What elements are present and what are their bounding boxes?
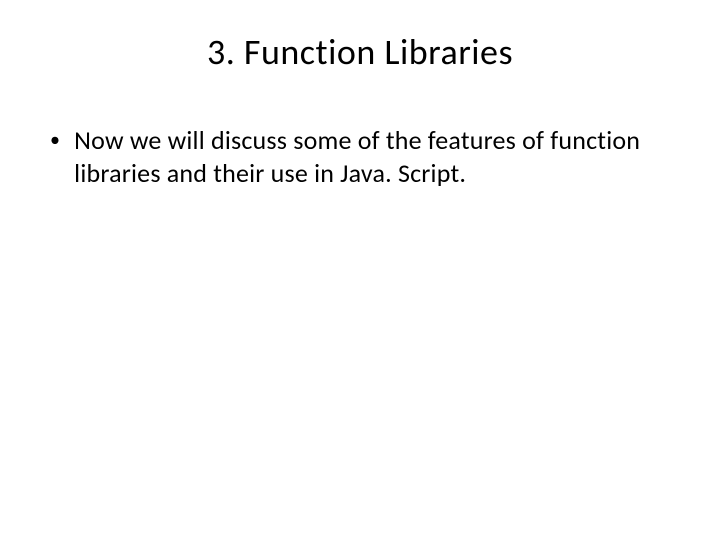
slide-title: 3. Function Libraries: [40, 30, 680, 74]
bullet-marker: •: [50, 124, 60, 156]
slide-content: • Now we will discuss some of the featur…: [40, 124, 680, 189]
bullet-text: Now we will discuss some of the features…: [74, 124, 680, 189]
slide-container: 3. Function Libraries • Now we will disc…: [0, 0, 720, 540]
bullet-item: • Now we will discuss some of the featur…: [50, 124, 680, 189]
